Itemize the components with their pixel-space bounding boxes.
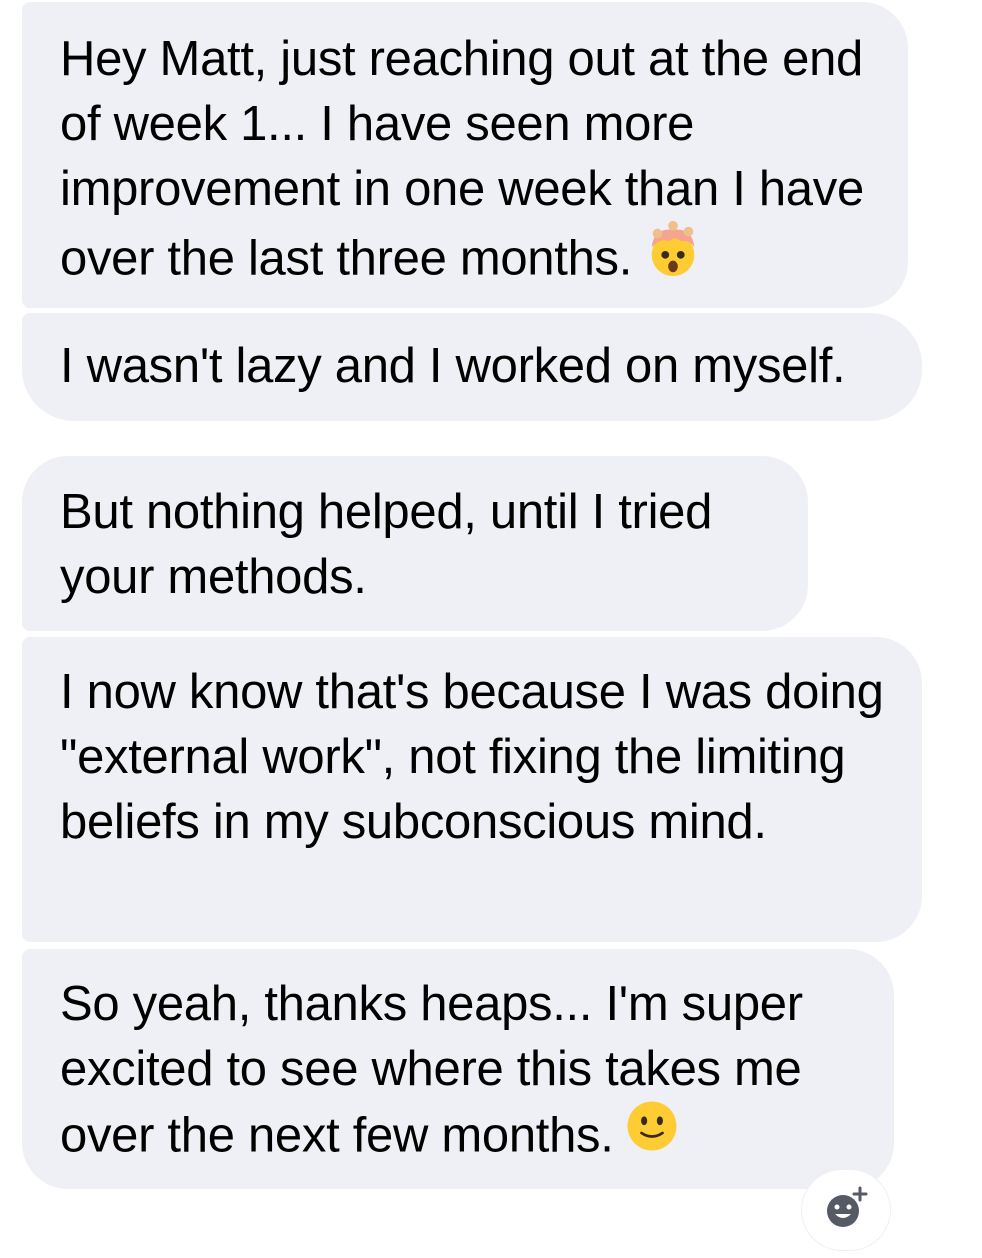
- message-text: I now know that's because I was doing "e…: [60, 665, 884, 849]
- message-bubble[interactable]: But nothing helped, until I tried your m…: [22, 456, 808, 631]
- message-bubble[interactable]: I wasn't lazy and I worked on myself.: [22, 313, 922, 421]
- message-text: So yeah, thanks heaps... I'm super excit…: [60, 977, 803, 1163]
- message-text: Hey Matt, just reaching out at the end o…: [60, 32, 864, 286]
- slight-smile-icon: [624, 1101, 680, 1175]
- message-bubble[interactable]: I now know that's because I was doing "e…: [22, 637, 922, 942]
- message-bubble[interactable]: So yeah, thanks heaps... I'm super excit…: [22, 949, 894, 1189]
- message-text: But nothing helped, until I tried your m…: [60, 485, 713, 604]
- mind-blown-icon: [642, 220, 704, 301]
- add-reaction-icon: [822, 1184, 870, 1237]
- message-bubble[interactable]: Hey Matt, just reaching out at the end o…: [22, 2, 908, 308]
- message-thread: Hey Matt, just reaching out at the end o…: [0, 0, 982, 1258]
- message-text: I wasn't lazy and I worked on myself.: [60, 339, 846, 393]
- add-reaction-button[interactable]: [802, 1170, 890, 1250]
